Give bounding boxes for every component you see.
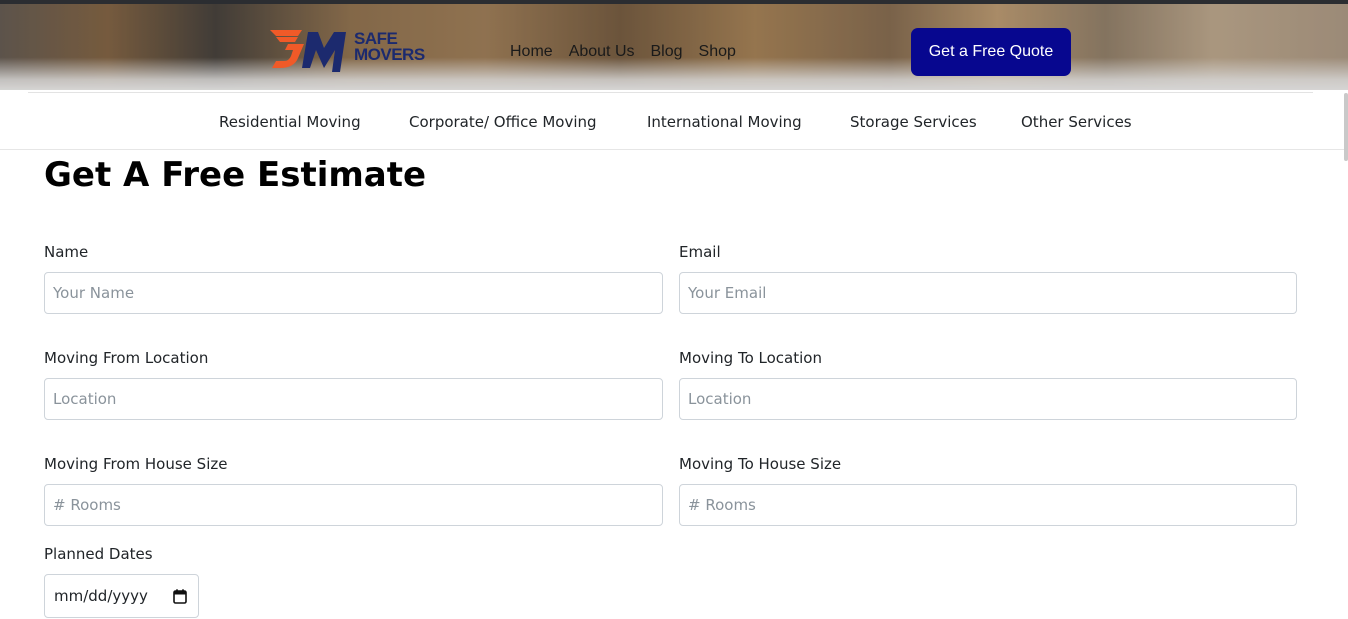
nav-home[interactable]: Home xyxy=(510,43,553,61)
moving-to-location-input[interactable] xyxy=(679,378,1297,420)
page-title: Get A Free Estimate xyxy=(44,155,427,195)
logo-line-2: MOVERS xyxy=(354,45,425,64)
nav-corporate-office-moving[interactable]: Corporate/ Office Moving xyxy=(409,113,597,131)
calendar-icon[interactable] xyxy=(173,589,187,604)
moving-from-house-size-label: Moving From House Size xyxy=(44,455,228,473)
planned-dates-input[interactable]: mm/dd/yyyy xyxy=(44,574,199,618)
nav-blog[interactable]: Blog xyxy=(651,43,683,61)
nav-shop[interactable]: Shop xyxy=(699,43,736,61)
moving-to-location-label: Moving To Location xyxy=(679,349,822,367)
nav-international-moving[interactable]: International Moving xyxy=(647,113,802,131)
moving-to-house-size-label: Moving To House Size xyxy=(679,455,842,473)
moving-from-house-size-input[interactable] xyxy=(44,484,663,526)
header-banner: SAFE MOVERS Home About Us Blog Shop Get … xyxy=(0,4,1348,90)
nav-storage-services[interactable]: Storage Services xyxy=(850,113,977,131)
logo-mark-icon xyxy=(270,30,346,72)
page-scrollbar-thumb[interactable] xyxy=(1344,93,1348,161)
main-nav: Home About Us Blog Shop xyxy=(510,43,736,61)
moving-from-location-input[interactable] xyxy=(44,378,663,420)
name-label: Name xyxy=(44,243,89,261)
planned-dates-label: Planned Dates xyxy=(44,545,153,563)
date-value: mm/dd/yyyy xyxy=(54,587,148,605)
site-logo[interactable]: SAFE MOVERS xyxy=(268,28,434,74)
email-label: Email xyxy=(679,243,721,261)
email-input[interactable] xyxy=(679,272,1297,314)
get-free-quote-button[interactable]: Get a Free Quote xyxy=(911,28,1071,76)
name-input[interactable] xyxy=(44,272,663,314)
nav-about-us[interactable]: About Us xyxy=(569,43,635,61)
nav-other-services[interactable]: Other Services xyxy=(1021,113,1132,131)
services-nav: Residential Moving Corporate/ Office Mov… xyxy=(0,93,1348,150)
nav-residential-moving[interactable]: Residential Moving xyxy=(219,113,361,131)
moving-from-location-label: Moving From Location xyxy=(44,349,209,367)
logo-wordmark: SAFE MOVERS xyxy=(354,30,425,64)
moving-to-house-size-input[interactable] xyxy=(679,484,1297,526)
